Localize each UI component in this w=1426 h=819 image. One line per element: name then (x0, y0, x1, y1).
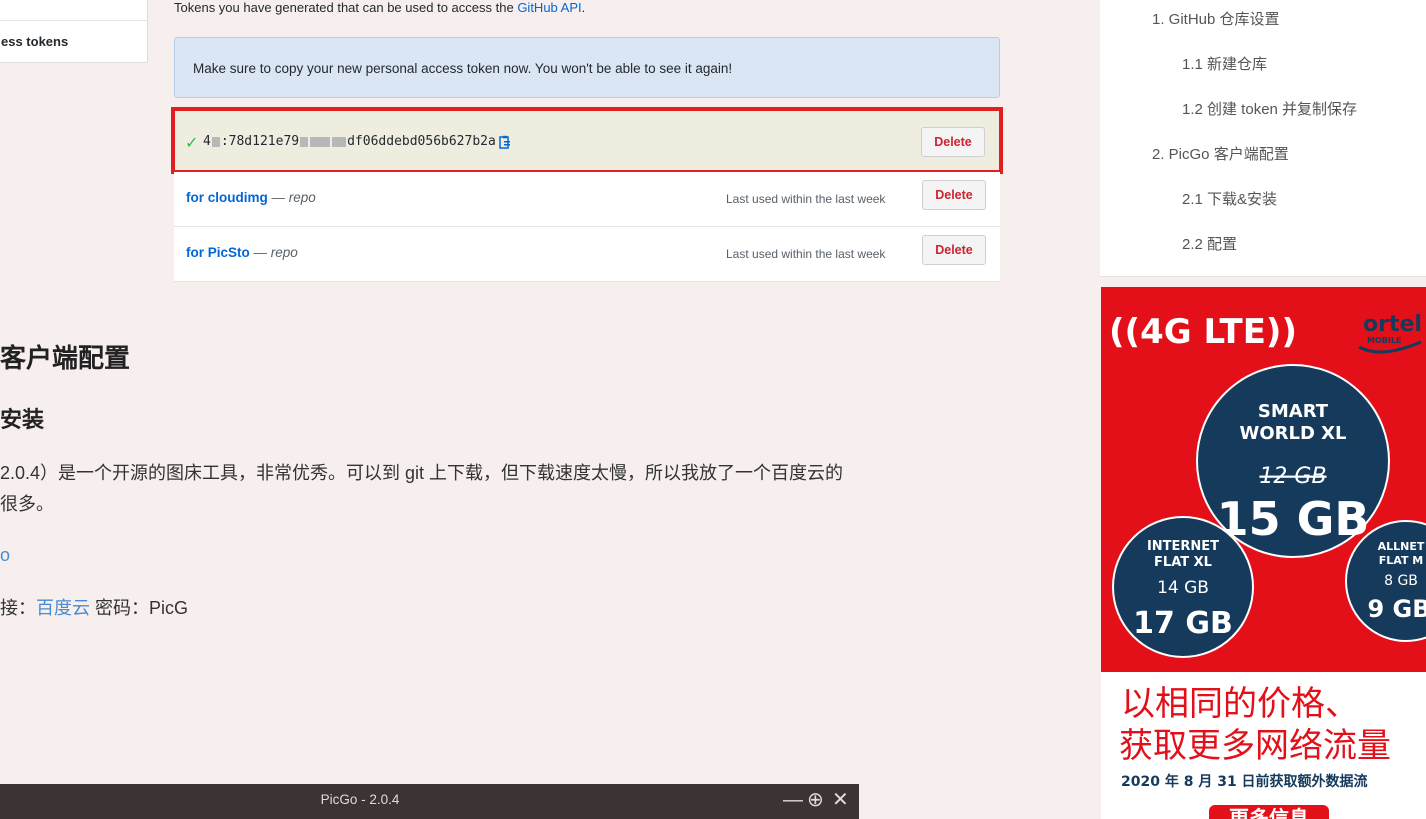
flash-notice: Make sure to copy your new personal acce… (174, 37, 1000, 98)
token-name: for PicSto — repo (186, 245, 298, 260)
section-heading: 客户端配置 (0, 343, 131, 373)
settings-sidebar: ess tokens (0, 0, 148, 63)
toc-item[interactable]: 1.1 新建仓库 (1182, 53, 1267, 74)
token-name: for cloudimg — repo (186, 190, 316, 205)
redacted-block (310, 136, 331, 147)
token-value[interactable]: 4:78d121e79 df06ddebd056b627b2a (203, 134, 511, 149)
toc-item[interactable]: 1.2 创建 token 并复制保存 (1182, 98, 1357, 119)
svg-text:8 GB: 8 GB (1384, 573, 1418, 589)
token-row: for PicSto — repo Last used within the l… (174, 227, 1000, 282)
token-last-used: Last used within the last week (726, 247, 886, 261)
svg-text:17 GB: 17 GB (1133, 606, 1233, 641)
brand-logo: ortel (1363, 312, 1422, 337)
minimize-icon[interactable]: — (783, 788, 803, 812)
token-link[interactable]: for PicSto (186, 245, 250, 260)
toc-item[interactable]: 1. GitHub 仓库设置 (1152, 8, 1280, 29)
sidebar-item-access-tokens[interactable]: ess tokens (0, 20, 147, 62)
delete-new-token-button[interactable]: Delete (921, 127, 985, 157)
token-link[interactable]: for cloudimg (186, 190, 268, 205)
svg-text:FLAT XL: FLAT XL (1154, 555, 1212, 570)
delete-token-button[interactable]: Delete (922, 235, 986, 265)
svg-text:14 GB: 14 GB (1157, 578, 1209, 598)
check-icon: ✓ (185, 135, 199, 152)
svg-text:WORLD XL: WORLD XL (1239, 423, 1346, 444)
advertisement[interactable]: ((4G LTE)) ortel MOBILE SMART WORLD XL 1… (1101, 287, 1426, 819)
window-title: PicGo - 2.0.4 (320, 792, 400, 807)
svg-text:FLAT M: FLAT M (1379, 554, 1423, 567)
baidu-cloud-link[interactable]: 百度云 (36, 598, 90, 618)
paragraph: 2.0.4）是一个开源的图床工具，非常优秀。可以到 git 上下载，但下载速度太… (0, 463, 844, 514)
svg-text:ALLNET: ALLNET (1378, 540, 1425, 553)
brand-sub: MOBILE (1367, 336, 1401, 345)
redacted-block (300, 136, 309, 147)
svg-text:15 GB: 15 GB (1217, 492, 1370, 546)
ad-artwork: ((4G LTE)) ortel MOBILE SMART WORLD XL 1… (1101, 312, 1426, 819)
svg-text:INTERNET: INTERNET (1147, 539, 1219, 554)
redacted-block (211, 136, 220, 147)
svg-text:9 GB: 9 GB (1367, 595, 1426, 623)
new-token-row: ✓ 4:78d121e79 df06ddebd056b627b2a Delete (171, 107, 1003, 174)
clipboard-icon[interactable] (499, 135, 511, 149)
github-api-link[interactable]: GitHub API (517, 0, 581, 15)
article-area: ess tokens Tokens you have generated tha… (0, 0, 1090, 819)
token-last-used: Last used within the last week (726, 192, 886, 206)
description-text: Tokens you have generated that can be us… (174, 0, 514, 15)
svg-text:更多信息: 更多信息 (1229, 806, 1309, 819)
password-line: 接：百度云 密码：PicG (0, 598, 189, 618)
picgo-titlebar[interactable]: PicGo - 2.0.4 — ⊕ ✕ (0, 784, 859, 819)
toc-item[interactable]: 2. PicGo 客户端配置 (1152, 143, 1289, 164)
redacted-block (332, 136, 347, 147)
delete-token-button[interactable]: Delete (922, 180, 986, 210)
download-link[interactable]: o (0, 545, 10, 566)
svg-text:12 GB: 12 GB (1259, 464, 1326, 489)
toc-item[interactable]: 2.2 配置 (1182, 233, 1237, 254)
svg-text:SMART: SMART (1258, 401, 1329, 422)
token-row: for cloudimg — repo Last used within the… (174, 172, 1000, 227)
table-of-contents: 1. GitHub 仓库设置 1.1 新建仓库 1.2 创建 token 并复制… (1100, 0, 1426, 277)
lte-badge: ((4G LTE)) (1109, 312, 1297, 352)
ad-headline-2: 获取更多网络流量 (1119, 726, 1391, 766)
close-icon[interactable]: ✕ (832, 788, 849, 812)
maximize-icon[interactable]: ⊕ (807, 788, 824, 812)
ad-headline-1: 以相同的价格、 (1121, 684, 1359, 724)
tokens-description: Tokens you have generated that can be us… (174, 0, 586, 15)
sub-heading: 安装 (0, 407, 45, 432)
toc-item[interactable]: 2.1 下载&安装 (1182, 188, 1277, 209)
ad-date: 2020 年 8 月 31 日前获取额外数据流 (1121, 773, 1368, 790)
